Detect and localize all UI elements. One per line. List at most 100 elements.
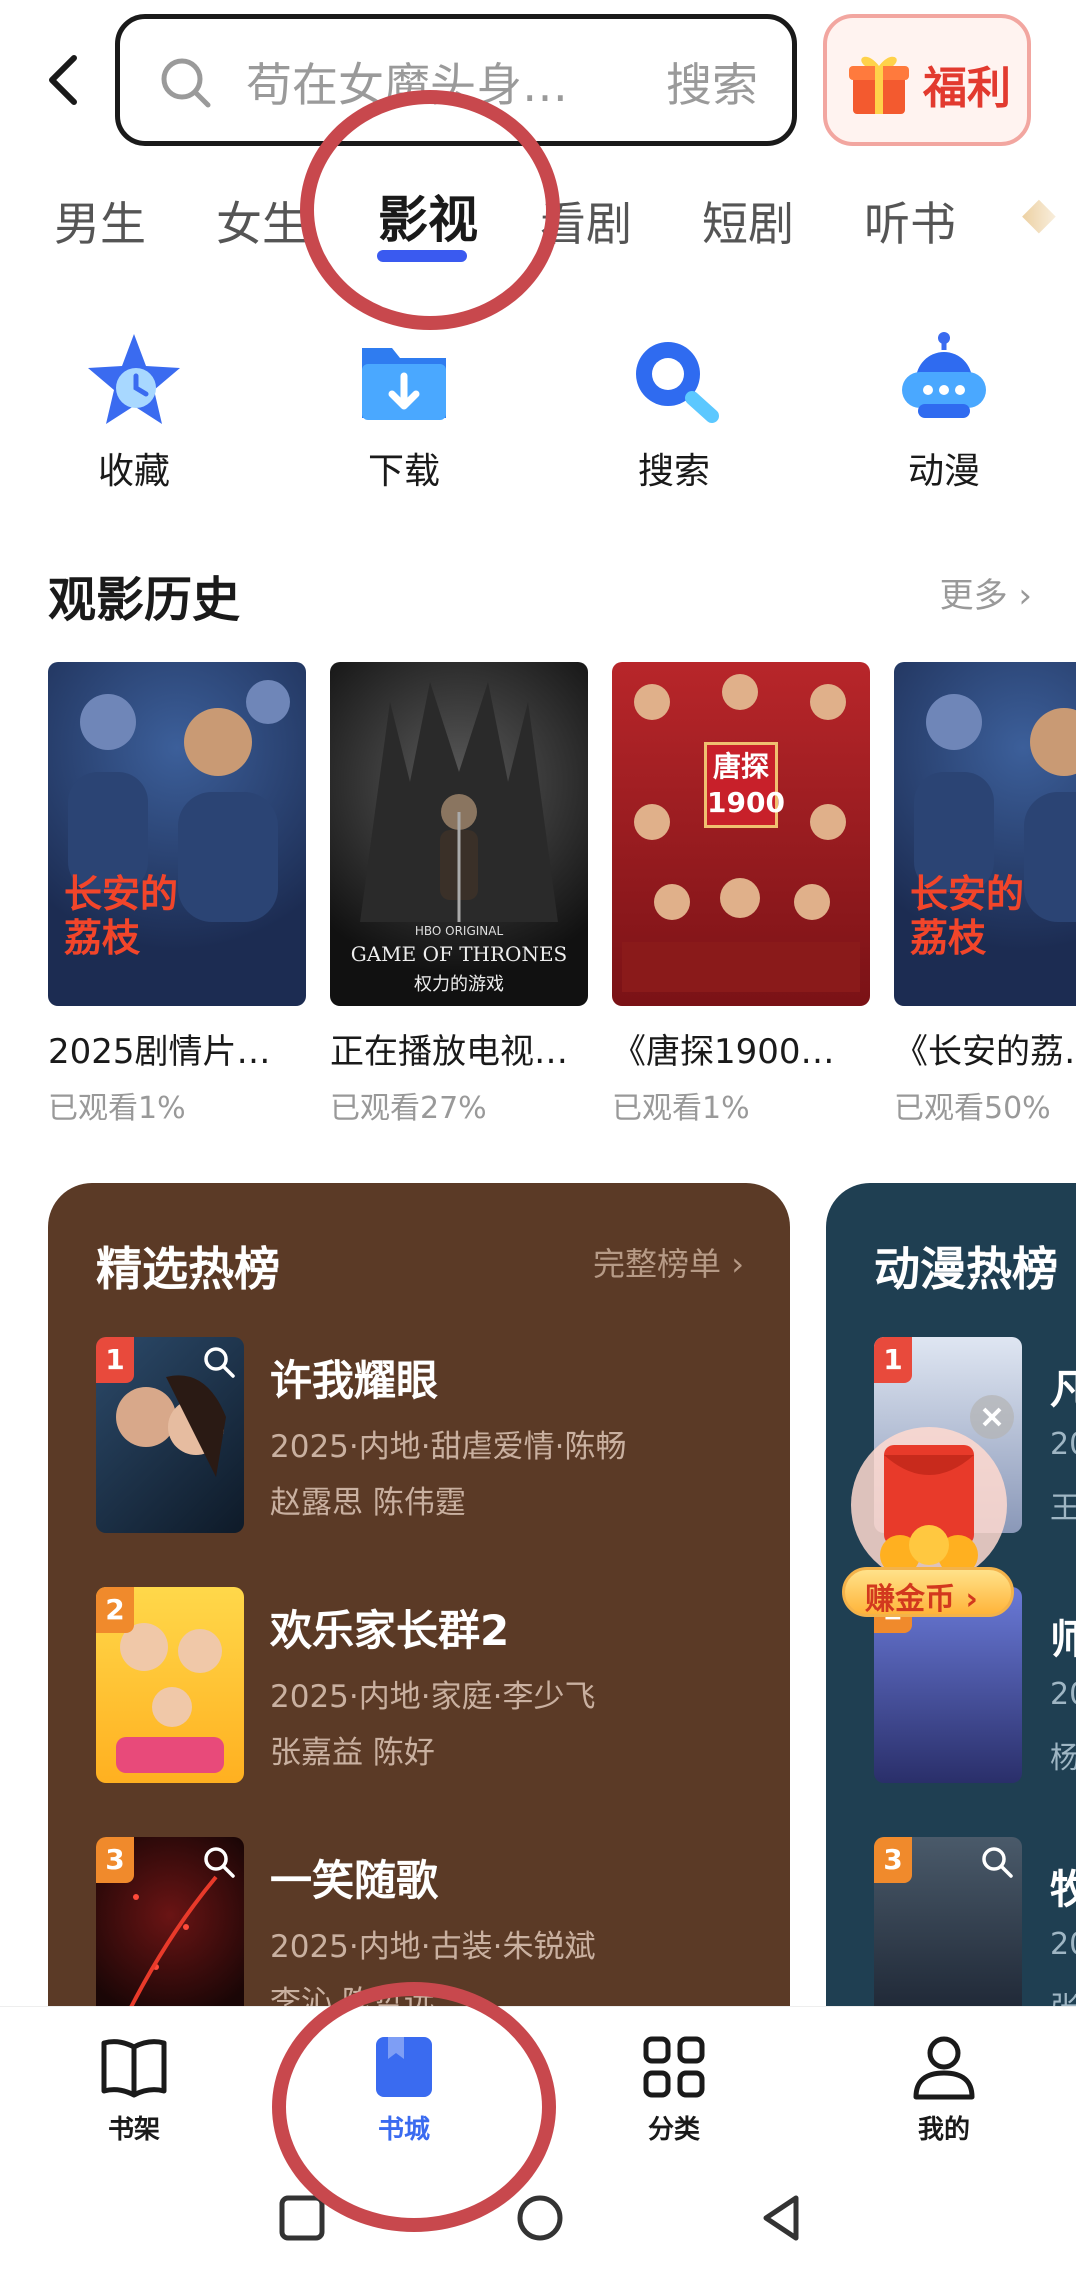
rank-badge: 3 — [96, 1837, 134, 1883]
recents-square-icon[interactable] — [276, 2192, 328, 2244]
poster-image: 长安的荔枝 — [894, 662, 1076, 1006]
rank-meta: 2025·内地·甜虐爱情·陈畅 — [270, 1429, 627, 1465]
quick-links: 收藏 下载 搜索 动漫 — [0, 330, 1076, 500]
active-tab-indicator — [377, 250, 467, 262]
history-card[interactable]: 唐探1900 《唐探1900… 已观看1% — [612, 662, 870, 1127]
robot-icon — [902, 332, 986, 418]
history-card-title: 正在播放电视… — [330, 1032, 568, 1072]
tab-male[interactable]: 男生 — [54, 188, 146, 254]
history-title: 观影历史 — [48, 572, 241, 628]
anime-title: 牧 — [1050, 1867, 1076, 1913]
gift-icon — [849, 56, 909, 114]
tab-female[interactable]: 女生 — [216, 188, 308, 254]
history-card-progress: 已观看50% — [894, 1091, 1051, 1126]
rank-badge: 1 — [96, 1337, 134, 1383]
history-list: 长安的荔枝 2025剧情片… 已观看1% HBO ORIGINAL GAME O… — [48, 662, 1076, 1132]
full-rank-label: 完整榜单 — [593, 1245, 722, 1283]
nav-bookshelf-label: 书架 — [107, 2115, 160, 2145]
anime-meta: 20 — [1050, 1927, 1076, 1962]
tab-watch-drama[interactable]: 看剧 — [540, 188, 632, 254]
history-more-label: 更多 — [939, 576, 1008, 616]
category-tabs: 男生 女生 影视 看剧 短剧 听书 ◆ — [0, 170, 1076, 280]
full-rank-link[interactable]: 完整榜单 › — [593, 1239, 744, 1285]
history-card[interactable]: HBO ORIGINAL GAME OF THRONES 权力的游戏 正在播放电… — [330, 662, 588, 1127]
search-icon — [161, 58, 211, 108]
rank-title: 一笑随歌 — [270, 1856, 439, 1905]
tab-audiobook[interactable]: 听书 — [864, 188, 956, 254]
anime-title: 凡 — [1050, 1367, 1076, 1413]
nav-categories[interactable]: 分类 — [604, 2031, 744, 2146]
history-card-progress: 已观看1% — [612, 1091, 750, 1126]
quick-anime[interactable]: 动漫 — [854, 330, 1034, 500]
tab-short-drama[interactable]: 短剧 — [702, 188, 794, 254]
poster-title: 长安的荔枝 — [910, 872, 1025, 960]
rank-poster: 2 — [96, 1587, 244, 1783]
quick-download[interactable]: 下载 — [314, 330, 494, 500]
anime-title: 师 — [1050, 1617, 1076, 1663]
earn-coins-widget[interactable]: 赚金币 › — [840, 1395, 1018, 1620]
rank-badge: 1 — [874, 1337, 912, 1383]
quick-anime-label: 动漫 — [907, 451, 980, 492]
magnifier-icon — [204, 1847, 235, 1878]
earn-coins-label: 赚金币 › — [865, 1582, 978, 1617]
system-nav-bar — [0, 2156, 1076, 2280]
nav-categories-label: 分类 — [647, 2115, 700, 2145]
poster-art — [622, 674, 860, 992]
history-card-title: 《长安的荔… — [894, 1032, 1076, 1072]
nav-mine-label: 我的 — [917, 2115, 970, 2145]
search-button[interactable]: 搜索 — [666, 49, 758, 115]
history-card-title: 2025剧情片… — [48, 1032, 271, 1072]
history-card-title: 《唐探1900… — [612, 1032, 835, 1072]
history-card-progress: 已观看27% — [330, 1091, 487, 1126]
poster-image: 长安的荔枝 — [48, 662, 306, 1006]
quick-favorites-label: 收藏 — [97, 451, 170, 492]
quick-favorites[interactable]: 收藏 — [44, 330, 224, 500]
back-arrow-icon[interactable] — [40, 50, 90, 110]
top-bar: 苟在女魔头身… 搜索 福利 — [0, 0, 1076, 160]
anime-meta: 20 — [1050, 1427, 1076, 1462]
nav-bookshelf[interactable]: 书架 — [64, 2031, 204, 2146]
got-brand: HBO ORIGINAL — [414, 924, 504, 938]
quick-search[interactable]: 搜索 — [584, 330, 764, 500]
nav-bookstore[interactable]: 书城 — [334, 2031, 474, 2146]
search-icon — [636, 342, 719, 423]
rank-badge: 2 — [96, 1587, 134, 1633]
anime-cast: 王 — [1050, 1491, 1076, 1526]
welfare-button[interactable]: 福利 — [823, 14, 1031, 146]
rank-meta: 2025·内地·古装·朱锐斌 — [270, 1929, 596, 1965]
hot-rank-panel: 精选热榜 完整榜单 › 1 许我耀眼 2025·内地·甜虐爱情·陈畅 赵露思 陈… — [48, 1183, 790, 2023]
history-card-progress: 已观看1% — [48, 1091, 186, 1126]
rank-item[interactable]: 2 欢乐家长群2 2025·内地·家庭·李少飞 张嘉益 陈好 — [96, 1587, 756, 1787]
grid-icon — [643, 2036, 705, 2098]
search-placeholder[interactable]: 苟在女魔头身… — [246, 49, 568, 115]
bookstore-icon — [376, 2037, 432, 2097]
poster-title: 唐探1900 — [704, 742, 785, 828]
nav-mine[interactable]: 我的 — [874, 2031, 1014, 2146]
rank-poster: 1 — [96, 1337, 244, 1533]
earn-coins-pill[interactable]: 赚金币 › — [842, 1567, 1014, 1617]
anime-rank-title: 动漫热榜 — [874, 1242, 1058, 1296]
back-triangle-icon[interactable] — [756, 2192, 808, 2244]
search-bar[interactable]: 苟在女魔头身… 搜索 — [115, 14, 797, 146]
rank-title: 许我耀眼 — [270, 1356, 439, 1405]
quick-download-label: 下载 — [367, 451, 440, 492]
rank-item[interactable]: 1 许我耀眼 2025·内地·甜虐爱情·陈畅 赵露思 陈伟霆 — [96, 1337, 756, 1537]
star-clock-icon — [88, 334, 180, 424]
earn-coins-text: 赚金币 — [865, 1582, 955, 1617]
history-card[interactable]: 长安的荔枝 2025剧情片… 已观看1% — [48, 662, 306, 1127]
history-more-link[interactable]: 更多 › — [940, 568, 1032, 617]
rank-cast: 张嘉益 陈好 — [270, 1735, 435, 1771]
home-circle-icon[interactable] — [514, 2192, 566, 2244]
download-folder-icon — [362, 348, 446, 420]
tab-film-tv[interactable]: 影视 — [378, 180, 478, 252]
rank-badge: 3 — [874, 1837, 912, 1883]
anime-rank-item[interactable]: 3 牧 20 张 — [874, 1837, 1076, 2023]
history-card[interactable]: 长安的荔枝 《长安的荔… 已观看50% — [894, 662, 1076, 1127]
rank-item[interactable]: 3 一笑随歌 2025·内地·古装·朱锐斌 李沁 陈哲远 — [96, 1837, 756, 2023]
got-title: GAME OF THRONES — [350, 942, 568, 966]
poster-image: 唐探1900 — [612, 662, 870, 1006]
anime-poster: 3 — [874, 1837, 1022, 2023]
magnifier-icon — [982, 1847, 1013, 1878]
poster-title: 长安的荔枝 — [64, 872, 179, 960]
close-icon[interactable] — [970, 1395, 1014, 1439]
